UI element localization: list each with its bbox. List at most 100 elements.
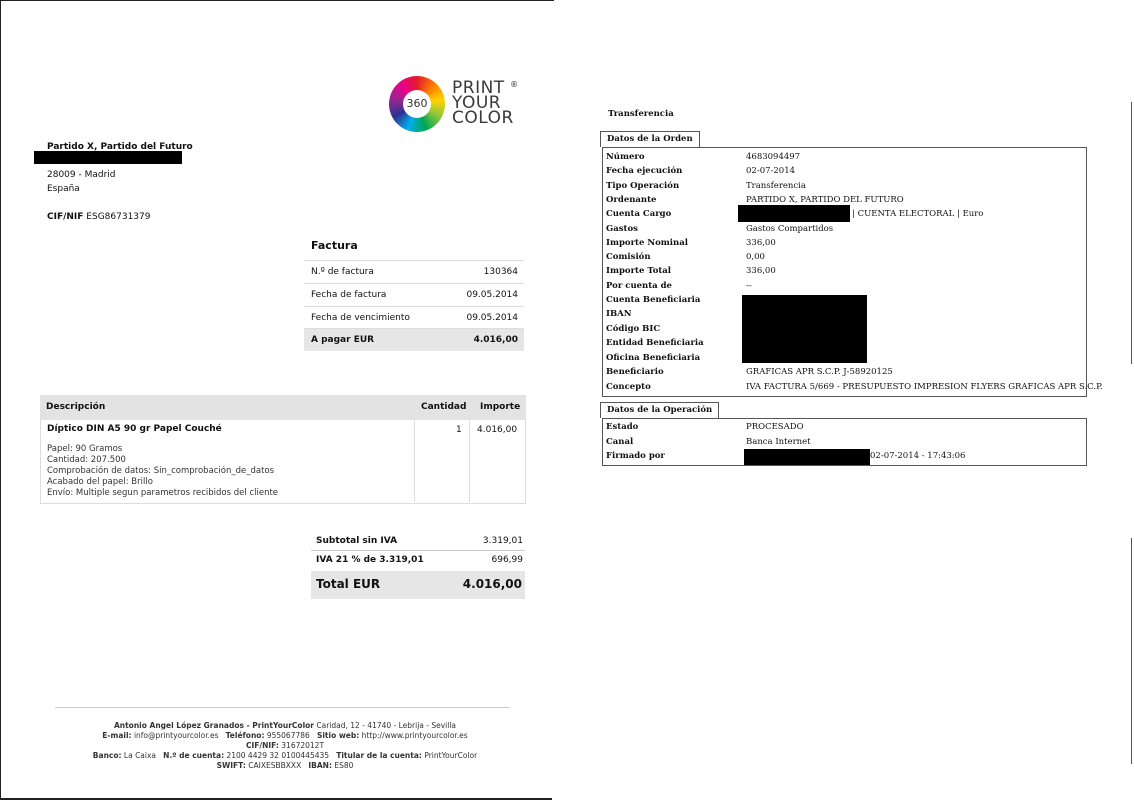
- page-edge-right-lower: [1131, 538, 1132, 764]
- invoice-row-label: Fecha de vencimiento: [311, 313, 410, 323]
- order-key: Código BIC: [606, 324, 661, 334]
- footer-web-label: Sitio web:: [316, 731, 360, 740]
- footer-cif-label: CIF/NIF:: [245, 741, 279, 750]
- order-value: IVA FACTURA 5/669 - PRESUPUESTO IMPRESIO…: [746, 382, 1103, 392]
- order-value: GRAFICAS APR S.C.P. J-58920125: [746, 367, 893, 377]
- order-key: Beneficiario: [606, 367, 664, 377]
- detail-line: Papel: 90 Gramos: [47, 444, 123, 454]
- subtotal-value: 3.319,01: [482, 536, 523, 546]
- order-value: Gastos Compartidos: [746, 224, 834, 234]
- order-row: Fecha ejecución 02-07-2014: [606, 166, 1076, 180]
- product-name: Díptico DIN A5 90 gr Papel Couché: [47, 424, 222, 434]
- order-key: Comisión: [606, 252, 651, 262]
- invoice-date-row: Fecha de factura 09.05.2014: [304, 283, 524, 306]
- order-row: Gastos Gastos Compartidos: [606, 224, 1076, 238]
- page-edge-left: [0, 0, 1, 800]
- order-row: Concepto IVA FACTURA 5/669 - PRESUPUESTO …: [606, 382, 1103, 396]
- order-key: IBAN: [606, 309, 632, 319]
- order-value: --: [746, 281, 752, 291]
- order-key: Por cuenta de: [606, 281, 672, 291]
- order-key: Entidad Beneficiaria: [606, 338, 704, 348]
- iva-row: IVA 21 % de 3.319,01 696,99: [311, 555, 525, 569]
- redaction-bar: [738, 205, 850, 222]
- footer-line-3: CIF/NIF: 31672012T: [40, 741, 530, 750]
- order-value: 4683094497: [746, 152, 801, 162]
- footer-iban-label: IBAN:: [308, 761, 332, 770]
- subtotal-row: Subtotal sin IVA 3.319,01: [311, 536, 525, 551]
- order-row: Por cuenta de --: [606, 281, 1076, 295]
- client-cif-label: CIF/NIF: [47, 212, 84, 222]
- operation-key: Firmado por: [606, 451, 665, 461]
- order-key: Oficina Beneficiaria: [606, 353, 701, 363]
- footer-holder: PrintYourColor: [424, 751, 478, 760]
- footer-web: http://www.printyourcolor.es: [361, 731, 468, 740]
- footer-bank-label: Banco:: [92, 751, 122, 760]
- invoice-row-value: 130364: [483, 267, 518, 277]
- order-key: Importe Total: [606, 266, 672, 276]
- order-row: Beneficiario GRAFICAS APR S.C.P. J-589201…: [606, 367, 1076, 381]
- operation-section-tab: Datos de la Operación: [600, 402, 720, 418]
- order-key: Tipo Operación: [606, 181, 680, 191]
- invoice-row-label: Fecha de factura: [311, 290, 387, 300]
- header-quantity: Cantidad: [421, 402, 467, 412]
- client-cif: CIF/NIF ESG86731379: [47, 212, 150, 222]
- logo-line-3: COLOR: [452, 108, 514, 128]
- order-row: Tipo Operación Transferencia: [606, 181, 1076, 195]
- order-value: 336,00: [746, 266, 776, 276]
- order-row: Número 4683094497: [606, 152, 1076, 166]
- header-amount: Importe: [480, 402, 521, 412]
- pay-value: 4.016,00: [473, 335, 518, 345]
- footer-account-label: N.º de cuenta:: [163, 751, 225, 760]
- page-edge-bottom: [0, 798, 552, 800]
- logo-registered-mark: ®: [510, 80, 518, 89]
- order-row: Importe Total 336,00: [606, 266, 1076, 280]
- footer-address: Caridad, 12 - 41740 - Lebrija - Sevilla: [316, 721, 457, 730]
- logo-wordmark: PRINT YOUR COLOR: [452, 80, 532, 128]
- order-value: 336,00: [746, 238, 776, 248]
- footer-swift: CAIXESBBXXX: [248, 761, 302, 770]
- redaction-bar: [742, 295, 867, 363]
- client-postal: 28009 - Madrid: [47, 170, 116, 180]
- order-value: PARTIDO X, PARTIDO DEL FUTURO: [746, 195, 904, 205]
- redaction-bar: [744, 449, 870, 465]
- detail-line: Comprobación de datos: Sin_comprobación_…: [47, 466, 275, 476]
- order-key: Cuenta Cargo: [606, 209, 672, 219]
- product-amount: 4.016,00: [477, 425, 518, 435]
- order-value: 02-07-2014: [746, 166, 796, 176]
- footer-account: 2100 4429 32 0100445435: [226, 751, 330, 760]
- header-description: Descripción: [46, 402, 106, 412]
- items-table-header: Descripción Cantidad Importe: [40, 395, 526, 420]
- product-quantity: 1: [456, 425, 462, 435]
- operation-key: Canal: [606, 437, 634, 447]
- footer-divider: [55, 707, 510, 708]
- invoice-row-label: N.º de factura: [311, 267, 374, 277]
- product-details: Papel: 90 Gramos Cantidad: 207.500 Compr…: [47, 444, 278, 499]
- operation-value: 02-07-2014 - 17:43:06: [870, 451, 966, 461]
- operation-key: Estado: [606, 422, 639, 432]
- footer-holder-label: Titular de la cuenta:: [336, 751, 422, 760]
- page-edge-top: [0, 0, 554, 1]
- client-country: España: [47, 184, 80, 194]
- pay-label: A pagar EUR: [311, 335, 375, 345]
- subtotal-label: Subtotal sin IVA: [316, 536, 398, 546]
- invoice-title: Factura: [311, 239, 358, 252]
- iva-label: IVA 21 % de 3.319,01: [316, 555, 424, 565]
- footer-email-label: E-mail:: [102, 731, 132, 740]
- footer-line-1: Antonio Angel López Granados - PrintYour…: [40, 721, 530, 730]
- order-value: | CUENTA ELECTORAL | Euro: [852, 209, 984, 219]
- footer-phone-label: Teléfono:: [225, 731, 265, 740]
- logo-number: 360: [406, 97, 428, 110]
- iva-value: 696,99: [491, 555, 524, 565]
- order-key: Gastos: [606, 224, 638, 234]
- order-key: Número: [606, 152, 645, 162]
- order-row: Importe Nominal 336,00: [606, 238, 1076, 252]
- client-cif-value: ESG86731379: [86, 212, 151, 222]
- operation-value: Banca Internet: [746, 437, 811, 447]
- total-row: Total EUR 4.016,00: [311, 571, 525, 599]
- total-value: 4.016,00: [462, 577, 522, 591]
- order-key: Fecha ejecución: [606, 166, 683, 176]
- operation-value: PROCESADO: [746, 422, 804, 432]
- footer-line-4: Banco: La Caixa N.º de cuenta: 2100 4429…: [40, 751, 530, 760]
- table-divider: [469, 420, 470, 502]
- order-key: Cuenta Beneficiaria: [606, 295, 701, 305]
